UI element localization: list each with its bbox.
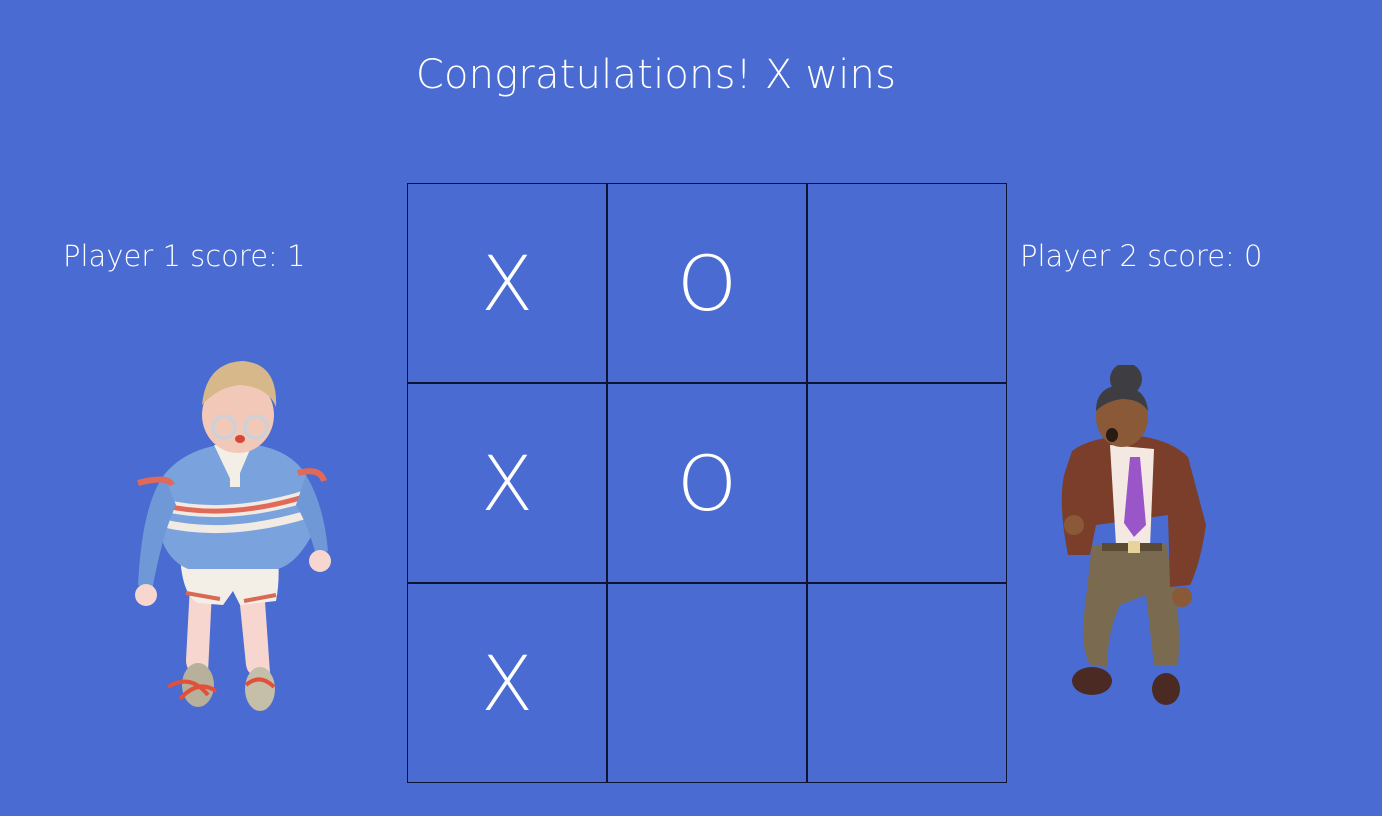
- board-cell-7[interactable]: [607, 583, 807, 783]
- board-cell-4[interactable]: O: [607, 383, 807, 583]
- board-cell-3[interactable]: X: [407, 383, 607, 583]
- board-cell-5[interactable]: [807, 383, 1007, 583]
- board-cell-2[interactable]: [807, 183, 1007, 383]
- player-2-score: Player 2 score: 0: [1020, 239, 1263, 273]
- boy-with-glasses-striped-sweater-icon: [135, 361, 331, 711]
- player-1-score: Player 1 score: 1: [63, 239, 306, 273]
- woman-in-brown-jacket-purple-tie-icon: [1061, 365, 1206, 705]
- board-cell-8[interactable]: [807, 583, 1007, 783]
- board-cell-1[interactable]: O: [607, 183, 807, 383]
- board-cell-0[interactable]: X: [407, 183, 607, 383]
- game-status-title: Congratulations! X wins: [415, 52, 897, 98]
- tic-tac-toe-board: X O X O X: [407, 183, 1007, 783]
- board-cell-6[interactable]: X: [407, 583, 607, 783]
